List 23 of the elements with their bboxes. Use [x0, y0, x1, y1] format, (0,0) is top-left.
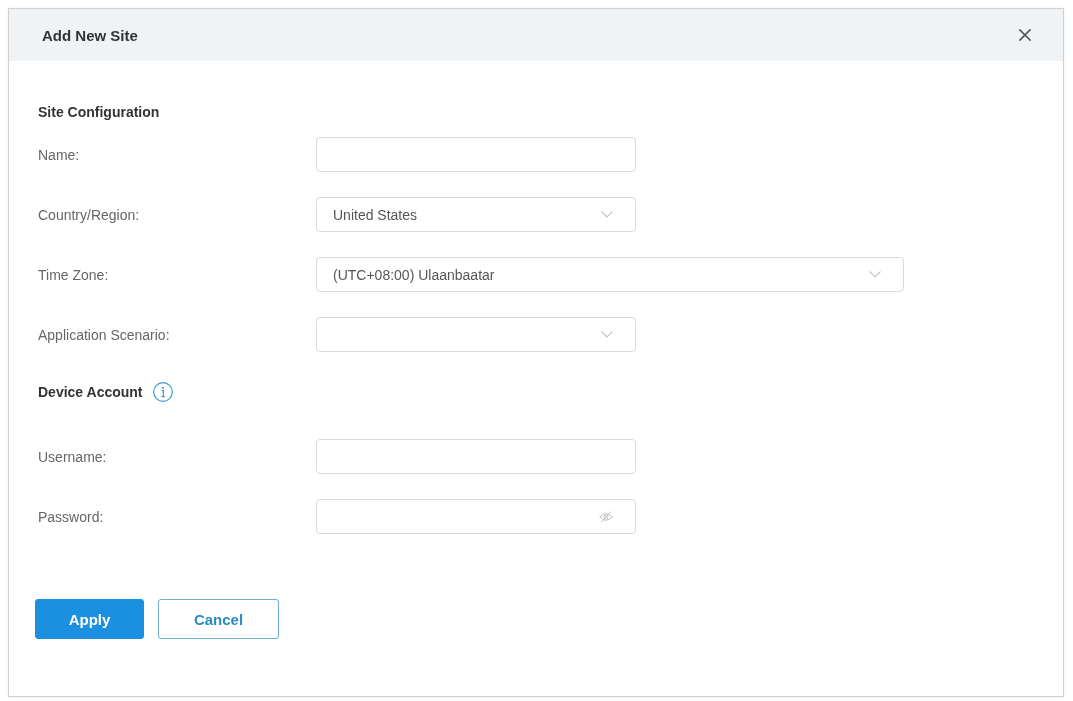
secondary-button[interactable]: Cancel — [158, 599, 279, 639]
dropdown-field[interactable] — [316, 317, 636, 352]
text-field[interactable] — [316, 439, 636, 474]
close-button[interactable] — [1019, 29, 1031, 41]
dropdown-field[interactable]: (UTC+08:00) Ulaanbaatar — [316, 257, 904, 292]
chevron-down-icon — [869, 271, 881, 278]
text-field[interactable] — [316, 137, 636, 172]
field-label: Username: — [38, 448, 108, 465]
chevron-down-icon — [601, 331, 613, 338]
eye-slash-icon[interactable] — [599, 510, 613, 523]
field-label: Application Scenario: — [38, 326, 171, 343]
dialog-title: Add New Site — [42, 26, 138, 44]
section-heading: Device Account — [38, 384, 143, 400]
close-icon — [1019, 29, 1031, 41]
password-field[interactable] — [316, 499, 636, 534]
field-label: Name: — [38, 146, 81, 163]
info-icon[interactable] — [152, 382, 173, 402]
chevron-down-icon — [601, 211, 613, 218]
section-heading: Site Configuration — [38, 104, 160, 120]
field-label: Time Zone: — [38, 266, 110, 283]
dropdown-field[interactable]: United States — [316, 197, 636, 232]
field-label: Country/Region: — [38, 206, 141, 223]
field-label: Password: — [38, 508, 105, 525]
